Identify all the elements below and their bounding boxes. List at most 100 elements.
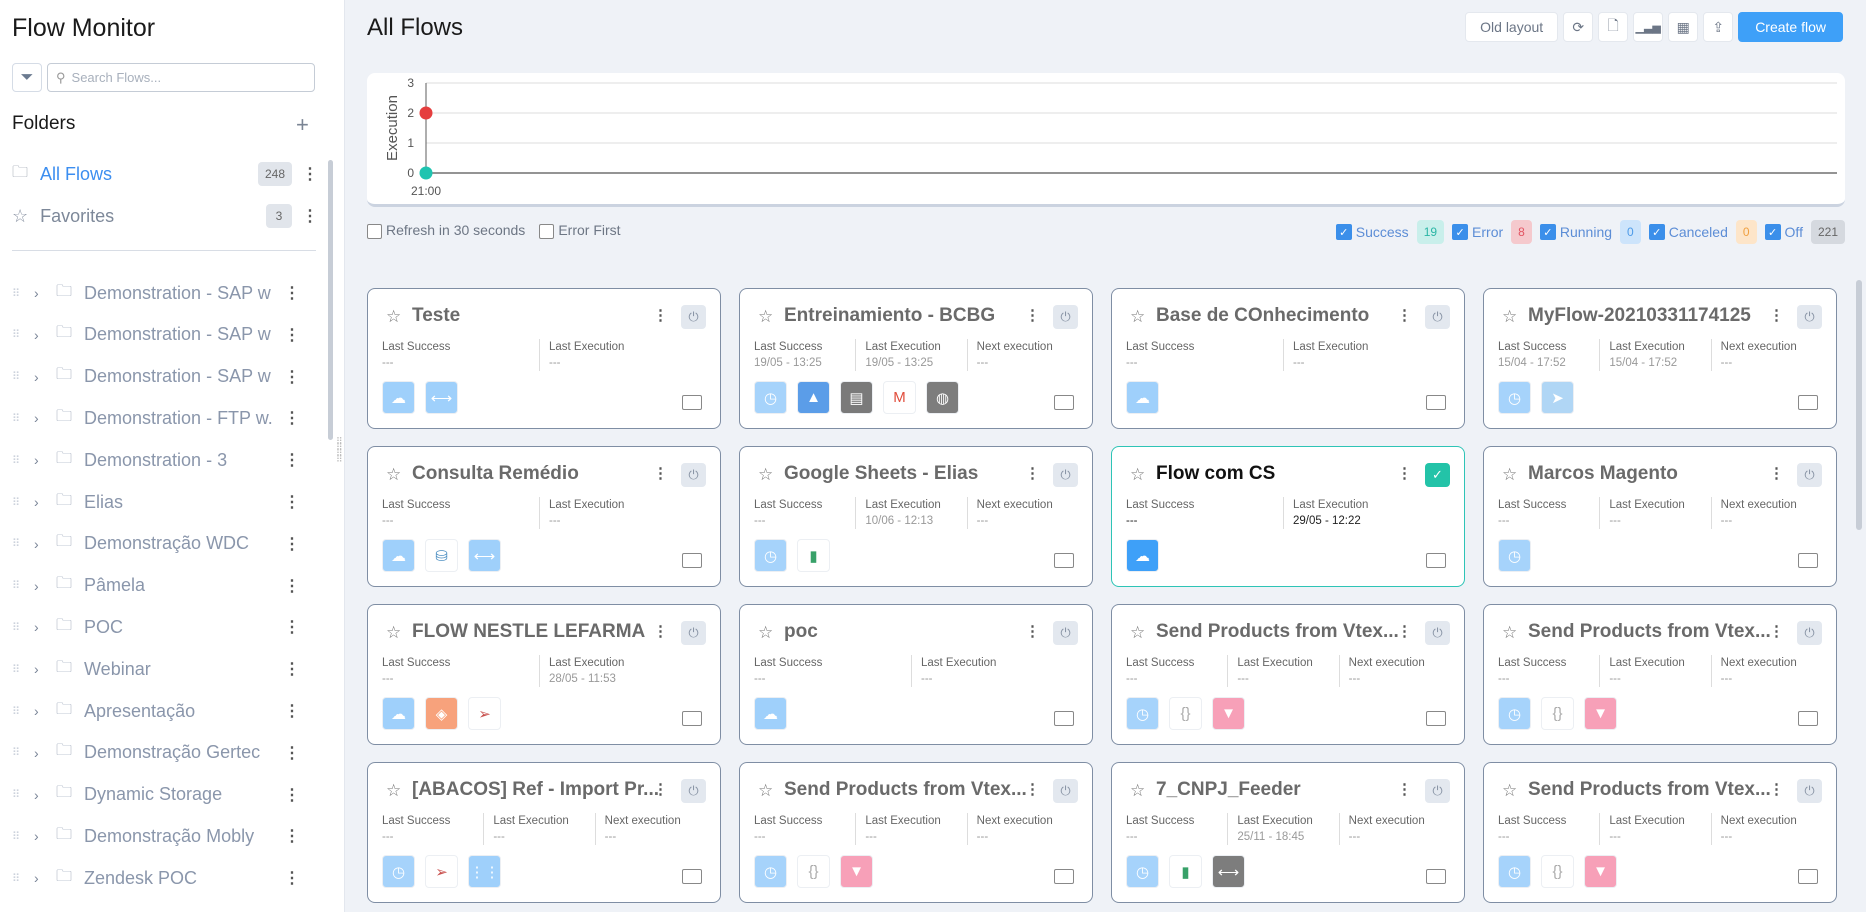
flow-name[interactable]: Send Products from Vtex... — [1528, 621, 1771, 643]
power-icon[interactable]: ⏻ — [1425, 621, 1450, 645]
folder-item[interactable]: ⠿ › 🗀 POC ⋮ — [12, 610, 312, 644]
drag-handle-icon[interactable]: ⠿ — [12, 872, 24, 885]
power-icon[interactable]: ⏻ — [1053, 463, 1078, 487]
inspect-button[interactable]: 🗋 — [1598, 12, 1629, 42]
flow-card[interactable]: ☆ Send Products from Vtex... ⋮ ⏻ Last Su… — [1483, 604, 1837, 745]
all-flows-menu[interactable]: ⋮ — [300, 164, 320, 184]
flow-card[interactable]: ☆ [ABACOS] Ref - Import Pr... ⋮ ⏻ Last S… — [367, 762, 721, 903]
status-filter-canceled[interactable]: ✓ Canceled 0 — [1648, 220, 1757, 244]
star-icon[interactable]: ☆ — [1502, 465, 1517, 485]
power-icon[interactable]: ⏻ — [1797, 305, 1822, 329]
folder-item[interactable]: ⠿ › 🗀 Demonstração Mobly ⋮ — [12, 819, 312, 853]
search-input[interactable] — [71, 70, 292, 85]
folder-menu[interactable]: ⋮ — [282, 743, 302, 763]
star-icon[interactable]: ☆ — [1502, 307, 1517, 327]
drag-handle-icon[interactable]: ⠿ — [12, 621, 24, 634]
flow-card[interactable]: ☆ FLOW NESTLE LEFARMA ⋮ ⏻ Last Success --… — [367, 604, 721, 745]
checkbox-checked-icon[interactable]: ✓ — [1539, 224, 1556, 240]
star-icon[interactable]: ☆ — [386, 307, 401, 327]
flow-card[interactable]: ☆ Teste ⋮ ⏻ Last Success --- Last Executi… — [367, 288, 721, 429]
drag-handle-icon[interactable]: ⠿ — [12, 412, 24, 425]
status-filter-off[interactable]: ✓ Off 221 — [1764, 220, 1845, 244]
folder-menu[interactable]: ⋮ — [282, 868, 302, 888]
folder-item[interactable]: ⠿ › 🗀 Webinar ⋮ — [12, 652, 312, 686]
folder-item[interactable]: ⠿ › 🗀 Demonstration - FTP w. ⋮ — [12, 401, 312, 435]
flow-menu[interactable]: ⋮ — [1025, 622, 1040, 640]
status-filter-error[interactable]: ✓ Error 8 — [1452, 220, 1532, 244]
power-icon[interactable]: ⏻ — [1797, 621, 1822, 645]
checkbox-checked-icon[interactable]: ✓ — [1335, 224, 1352, 240]
drag-handle-icon[interactable]: ⠿ — [12, 537, 24, 550]
flow-card[interactable]: ☆ MyFlow-20210331174125 ⋮ ⏻ Last Success… — [1483, 288, 1837, 429]
checkbox-checked-icon[interactable]: ✓ — [1764, 224, 1781, 240]
chevron-right-icon[interactable]: › — [34, 536, 56, 552]
status-filter-running[interactable]: ✓ Running 0 — [1539, 220, 1641, 244]
flow-name[interactable]: Base de COnhecimento — [1156, 305, 1369, 327]
folder-item[interactable]: ⠿ › 🗀 Demonstration - SAP w ⋮ — [12, 318, 312, 352]
folder-icon[interactable] — [1426, 711, 1446, 726]
flow-menu[interactable]: ⋮ — [1025, 306, 1040, 324]
folder-menu[interactable]: ⋮ — [282, 450, 302, 470]
drag-handle-icon[interactable]: ⠿ — [12, 370, 24, 383]
star-icon[interactable]: ☆ — [1502, 781, 1517, 801]
flow-menu[interactable]: ⋮ — [1025, 464, 1040, 482]
folder-menu[interactable]: ⋮ — [282, 492, 302, 512]
star-icon[interactable]: ☆ — [758, 307, 773, 327]
flow-name[interactable]: MyFlow-20210331174125 — [1528, 305, 1751, 327]
flow-menu[interactable]: ⋮ — [653, 780, 668, 798]
chevron-right-icon[interactable]: › — [34, 452, 56, 468]
flow-card[interactable]: ☆ 7_CNPJ_Feeder ⋮ ⏻ Last Success --- Last… — [1111, 762, 1465, 903]
star-icon[interactable]: ☆ — [758, 465, 773, 485]
flow-name[interactable]: Google Sheets - Elias — [784, 463, 978, 485]
drag-handle-icon[interactable]: ⠿ — [12, 705, 24, 718]
chevron-right-icon[interactable]: › — [34, 285, 56, 301]
folder-icon[interactable] — [1426, 395, 1446, 410]
chevron-right-icon[interactable]: › — [34, 494, 56, 510]
power-icon[interactable]: ⏻ — [1053, 779, 1078, 803]
power-icon[interactable]: ⏻ — [681, 779, 706, 803]
star-icon[interactable]: ☆ — [758, 781, 773, 801]
folder-menu[interactable]: ⋮ — [282, 325, 302, 345]
flow-name[interactable]: [ABACOS] Ref - Import Pr... — [412, 779, 659, 801]
flow-card[interactable]: ☆ Google Sheets - Elias ⋮ ⏻ Last Success… — [739, 446, 1093, 587]
folder-icon[interactable] — [1798, 869, 1818, 884]
search-box[interactable]: ⚲ — [47, 63, 315, 92]
chevron-right-icon[interactable]: › — [34, 870, 56, 886]
folder-menu[interactable]: ⋮ — [282, 367, 302, 387]
folder-item[interactable]: ⠿ › 🗀 Dynamic Storage ⋮ — [12, 778, 312, 812]
drag-handle-icon[interactable]: ⠿ — [12, 328, 24, 341]
folder-item[interactable]: ⠿ › 🗀 Pâmela ⋮ — [12, 569, 312, 603]
star-icon[interactable]: ☆ — [1130, 307, 1145, 327]
chevron-right-icon[interactable]: › — [34, 661, 56, 677]
folder-item[interactable]: ⠿ › 🗀 Elias ⋮ — [12, 485, 312, 519]
folder-item[interactable]: ⠿ › 🗀 Apresentação ⋮ — [12, 694, 312, 728]
flow-menu[interactable]: ⋮ — [653, 464, 668, 482]
drag-handle-icon[interactable]: ⠿ — [12, 287, 24, 300]
drag-handle-icon[interactable]: ⠿ — [12, 496, 24, 509]
flow-name[interactable]: Entreinamiento - BCBG — [784, 305, 995, 327]
folder-item[interactable]: ⠿ › 🗀 Demonstração WDC ⋮ — [12, 527, 312, 561]
folder-menu[interactable]: ⋮ — [282, 576, 302, 596]
power-icon[interactable]: ⏻ — [1053, 621, 1078, 645]
power-icon[interactable]: ⏻ — [1797, 779, 1822, 803]
filter-button[interactable]: ⏷ — [12, 63, 42, 92]
folder-item[interactable]: ⠿ › 🗀 Demonstration - SAP w ⋮ — [12, 276, 312, 310]
folder-icon[interactable] — [682, 395, 702, 410]
star-icon[interactable]: ☆ — [386, 781, 401, 801]
nav-all-flows[interactable]: 🗀 All Flows 248 ⋮ — [12, 158, 320, 190]
folder-menu[interactable]: ⋮ — [282, 408, 302, 428]
flow-name[interactable]: 7_CNPJ_Feeder — [1156, 779, 1301, 801]
flow-name[interactable]: poc — [784, 621, 818, 643]
flow-name[interactable]: Send Products from Vtex... — [784, 779, 1027, 801]
flow-name[interactable]: Flow com CS — [1156, 463, 1275, 485]
flow-menu[interactable]: ⋮ — [653, 306, 668, 324]
drag-handle-icon[interactable]: ⠿ — [12, 746, 24, 759]
flow-name[interactable]: Marcos Magento — [1528, 463, 1678, 485]
chevron-right-icon[interactable]: › — [34, 410, 56, 426]
favorites-menu[interactable]: ⋮ — [300, 206, 320, 226]
chevron-right-icon[interactable]: › — [34, 578, 56, 594]
star-icon[interactable]: ☆ — [1130, 623, 1145, 643]
error-first-option[interactable]: Error First — [539, 222, 621, 239]
power-icon[interactable]: ⏻ — [1425, 779, 1450, 803]
chevron-right-icon[interactable]: › — [34, 787, 56, 803]
